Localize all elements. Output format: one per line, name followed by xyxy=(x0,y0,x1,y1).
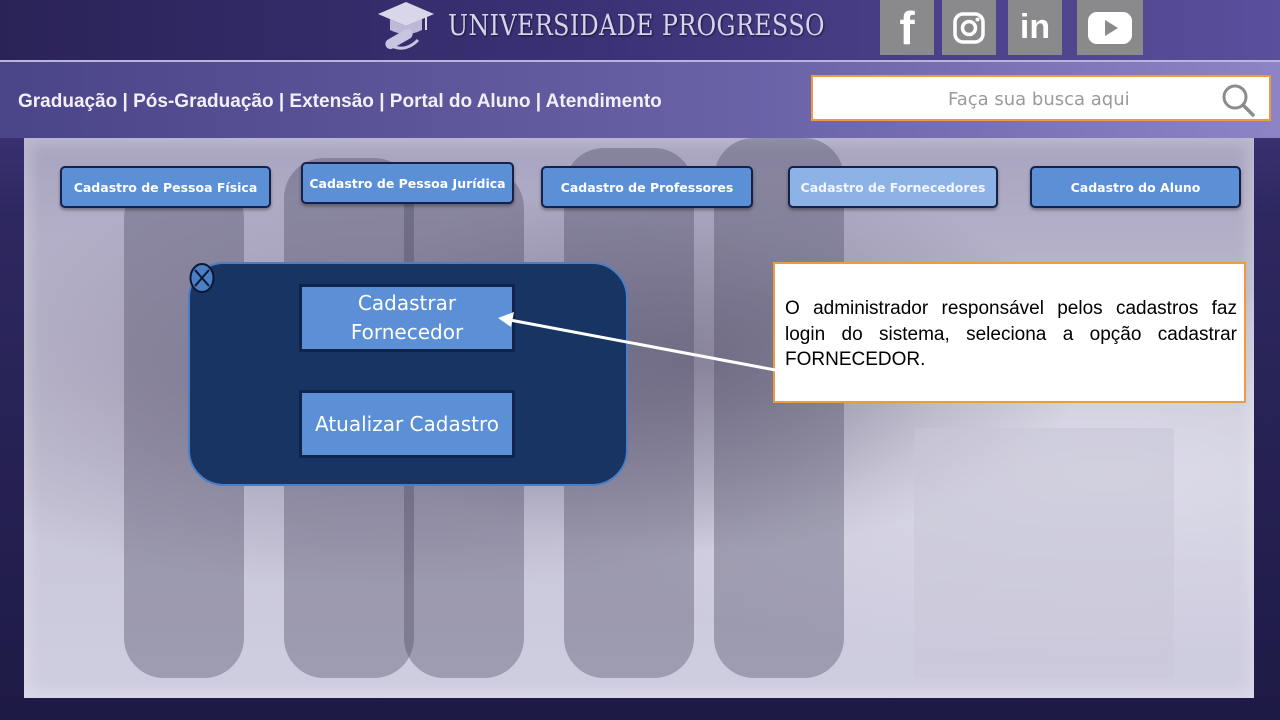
search-icon[interactable] xyxy=(1221,83,1255,117)
graduation-cap-icon xyxy=(378,2,434,50)
main-nav-links[interactable]: Graduação | Pós-Graduação | Extensão | P… xyxy=(18,91,662,113)
register-supplier-button[interactable]: Cadastrar Fornecedor xyxy=(299,284,515,352)
update-registration-button[interactable]: Atualizar Cadastro xyxy=(299,390,515,458)
tab-aluno[interactable]: Cadastro do Aluno xyxy=(1030,166,1241,208)
tab-fornecedores[interactable]: Cadastro de Fornecedores xyxy=(788,166,998,208)
youtube-icon[interactable] xyxy=(1077,0,1143,55)
instruction-callout: O administrador responsável pelos cadast… xyxy=(773,262,1246,403)
instagram-icon[interactable] xyxy=(942,0,996,55)
close-icon[interactable] xyxy=(189,262,215,294)
tab-professores[interactable]: Cadastro de Professores xyxy=(541,166,753,208)
callout-text: O administrador responsável pelos cadast… xyxy=(785,298,1237,370)
facebook-icon[interactable]: f xyxy=(880,0,934,55)
search-input[interactable]: Faça sua busca aqui xyxy=(948,89,1130,110)
linkedin-icon[interactable]: in xyxy=(1008,0,1062,55)
search-box[interactable]: Faça sua busca aqui xyxy=(811,75,1271,121)
university-name[interactable]: UNIVERSIDADE PROGRESSO xyxy=(448,8,825,42)
tab-pessoa-fisica[interactable]: Cadastro de Pessoa Física xyxy=(60,166,271,208)
tab-pessoa-juridica[interactable]: Cadastro de Pessoa Jurídica xyxy=(301,162,514,204)
